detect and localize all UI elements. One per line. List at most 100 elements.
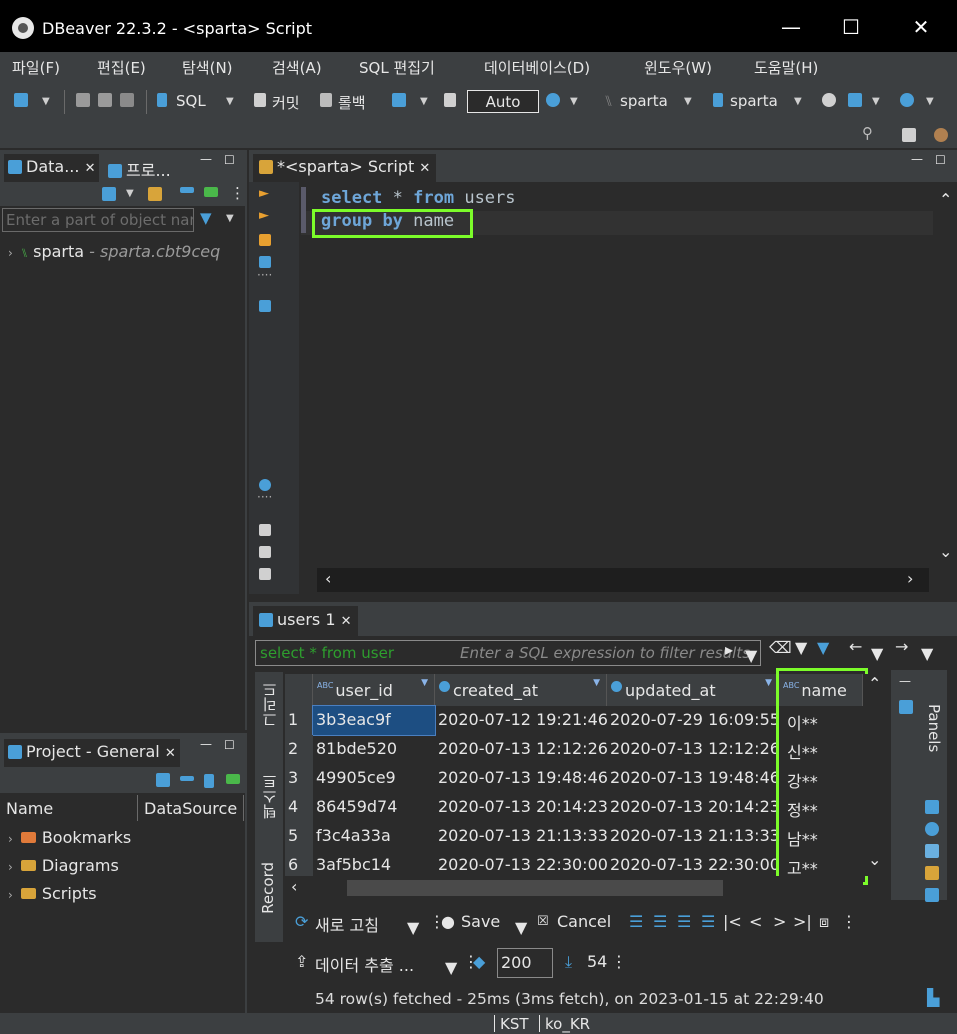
maximize-panel-icon[interactable]: ☐ <box>224 738 235 752</box>
save-script-icon[interactable] <box>259 568 271 580</box>
new-script-icon[interactable] <box>259 524 271 536</box>
maximize-button[interactable]: ☐ <box>836 14 866 40</box>
disconnect-icon[interactable] <box>120 93 134 107</box>
close-icon[interactable]: ✕ <box>165 746 176 761</box>
maximize-panel-icon[interactable]: ☐ <box>935 153 946 167</box>
minimize-panel-icon[interactable]: — <box>911 152 923 166</box>
close-window-button[interactable]: ✕ <box>906 14 936 40</box>
plug-icon[interactable] <box>76 93 90 107</box>
grid-settings-icon[interactable] <box>925 800 939 814</box>
code-line-1[interactable]: select * from users <box>321 188 516 208</box>
filter-settings-icon[interactable]: ▼ <box>795 638 807 657</box>
sql-editor-icon[interactable] <box>157 93 167 107</box>
execute-script-icon[interactable]: ► <box>259 208 269 223</box>
execute-statement-icon[interactable]: ► <box>259 186 269 201</box>
column-header-datasource[interactable]: DataSource <box>138 795 244 821</box>
chevron-right-icon[interactable]: › <box>8 832 13 846</box>
chevron-down-icon[interactable]: ▼ <box>872 96 880 107</box>
scroll-down-icon[interactable]: ⌄ <box>939 542 952 561</box>
filter-icon[interactable]: ▼ <box>200 209 212 227</box>
tab-text-view[interactable]: 텍스트 <box>259 774 280 819</box>
minimize-panel-icon[interactable]: — <box>899 674 911 688</box>
sort-icon[interactable]: ▼ <box>593 678 600 688</box>
cell-created-at[interactable]: 2020-07-13 12:12:26 <box>435 735 607 764</box>
menu-window[interactable]: 윈도우(W) <box>644 57 712 78</box>
menu-search[interactable]: 검색(A) <box>272 57 322 78</box>
cell-created-at[interactable]: 2020-07-13 21:13:33 <box>435 822 607 851</box>
open-script-icon[interactable] <box>259 546 271 558</box>
next-page-icon[interactable]: > <box>773 912 786 931</box>
minimize-button[interactable]: — <box>776 14 806 40</box>
chevron-down-icon[interactable]: ▼ <box>226 213 234 224</box>
cell-user-id[interactable]: f3c4a33a <box>313 822 435 851</box>
collapse-all-icon[interactable] <box>180 187 194 193</box>
active-schema-selector[interactable]: sparta <box>730 92 778 110</box>
fetch-all-icon[interactable]: ⧈ <box>819 912 829 932</box>
sql-button[interactable]: SQL <box>176 92 206 110</box>
cell-user-id[interactable]: 3af5bc14 <box>313 851 435 876</box>
monitor-icon[interactable] <box>848 93 862 107</box>
more-icon[interactable]: ···· <box>257 268 272 282</box>
row-number[interactable]: 5 <box>285 822 313 851</box>
dashboard-icon[interactable] <box>822 93 836 107</box>
timezone-indicator[interactable]: KST <box>500 1015 529 1033</box>
cell-created-at[interactable]: 2020-07-12 19:21:46 <box>435 706 607 735</box>
scroll-up-icon[interactable]: ⌃ <box>939 190 952 209</box>
menu-sql-editor[interactable]: SQL 편집기 <box>359 57 435 78</box>
chevron-down-icon[interactable]: ▼ <box>515 918 527 937</box>
new-connection-icon[interactable] <box>14 93 28 107</box>
scroll-down-icon[interactable]: ⌄ <box>868 850 881 869</box>
commit-button[interactable]: 커밋 <box>272 92 300 113</box>
plug-refresh-icon[interactable] <box>98 93 112 107</box>
cell-updated-at[interactable]: 2020-07-13 21:13:33 <box>607 822 779 851</box>
menu-file[interactable]: 파일(F) <box>12 57 60 78</box>
forward-arrow-icon[interactable]: → <box>895 637 908 656</box>
fetch-size-input[interactable]: 200 <box>497 948 553 978</box>
chevron-down-icon[interactable]: ▼ <box>745 646 757 665</box>
save-button[interactable]: Save <box>461 912 500 931</box>
tab-sql-script[interactable]: *<sparta> Script ✕ <box>253 154 437 182</box>
tab-results-users[interactable]: users 1 ✕ <box>253 606 358 636</box>
chevron-down-icon[interactable]: ▼ <box>921 644 933 663</box>
tree-item-scripts[interactable]: › Scripts <box>8 884 97 903</box>
cell-updated-at[interactable]: 2020-07-29 16:09:55 <box>607 706 779 735</box>
tab-database-navigator[interactable]: Data... ✕ <box>4 154 100 182</box>
first-page-icon[interactable]: |< <box>723 912 742 931</box>
tree-item-diagrams[interactable]: › Diagrams <box>8 856 119 875</box>
close-icon[interactable]: ✕ <box>419 161 430 176</box>
close-icon[interactable]: ✕ <box>341 614 352 629</box>
navigator-filter-input[interactable]: Enter a part of object name <box>2 208 194 232</box>
chevron-down-icon[interactable]: ▼ <box>407 918 419 937</box>
layout-icon[interactable] <box>925 888 939 902</box>
grid-horizontal-scrollbar[interactable]: ‹ <box>285 876 863 900</box>
column-header-created-at[interactable]: created_at ▼ <box>435 674 607 706</box>
more-icon[interactable]: ···· <box>257 490 272 504</box>
row-number[interactable]: 2 <box>285 735 313 764</box>
cell-created-at[interactable]: 2020-07-13 22:30:00 <box>435 851 607 876</box>
chevron-down-icon[interactable]: ▼ <box>445 958 457 977</box>
scroll-right-icon[interactable]: › <box>907 569 913 588</box>
chevron-right-icon[interactable]: › <box>8 888 13 902</box>
tab-record-view[interactable]: Record <box>259 862 277 914</box>
row-number[interactable]: 3 <box>285 764 313 793</box>
close-icon[interactable]: ✕ <box>85 161 96 176</box>
add-row-icon[interactable]: ☰ <box>653 912 667 931</box>
cancel-button[interactable]: Cancel <box>557 912 611 931</box>
auto-commit-toggle[interactable]: Auto <box>467 90 539 113</box>
checker-icon[interactable] <box>925 844 939 858</box>
transaction-mode-icon[interactable] <box>392 93 406 107</box>
row-number[interactable]: 1 <box>285 706 313 735</box>
chevron-down-icon[interactable]: ▼ <box>871 644 883 663</box>
scrollbar-thumb[interactable] <box>347 880 723 896</box>
result-filter-input[interactable]: select * from user Enter a SQL expressio… <box>255 640 761 666</box>
panels-tab[interactable]: Panels <box>925 704 943 752</box>
column-header-user-id[interactable]: ABC user_id ▼ <box>313 674 435 706</box>
row-number[interactable]: 4 <box>285 793 313 822</box>
cell-user-id[interactable]: 3b3eac9f <box>312 705 436 736</box>
cell-user-id[interactable]: 86459d74 <box>313 793 435 822</box>
maximize-panel-icon[interactable]: ☐ <box>224 153 235 167</box>
column-header-name[interactable]: Name <box>0 795 138 821</box>
row-number[interactable]: 6 <box>285 851 313 876</box>
tree-item-bookmarks[interactable]: › Bookmarks <box>8 828 131 847</box>
perspective-icon[interactable] <box>902 128 916 142</box>
